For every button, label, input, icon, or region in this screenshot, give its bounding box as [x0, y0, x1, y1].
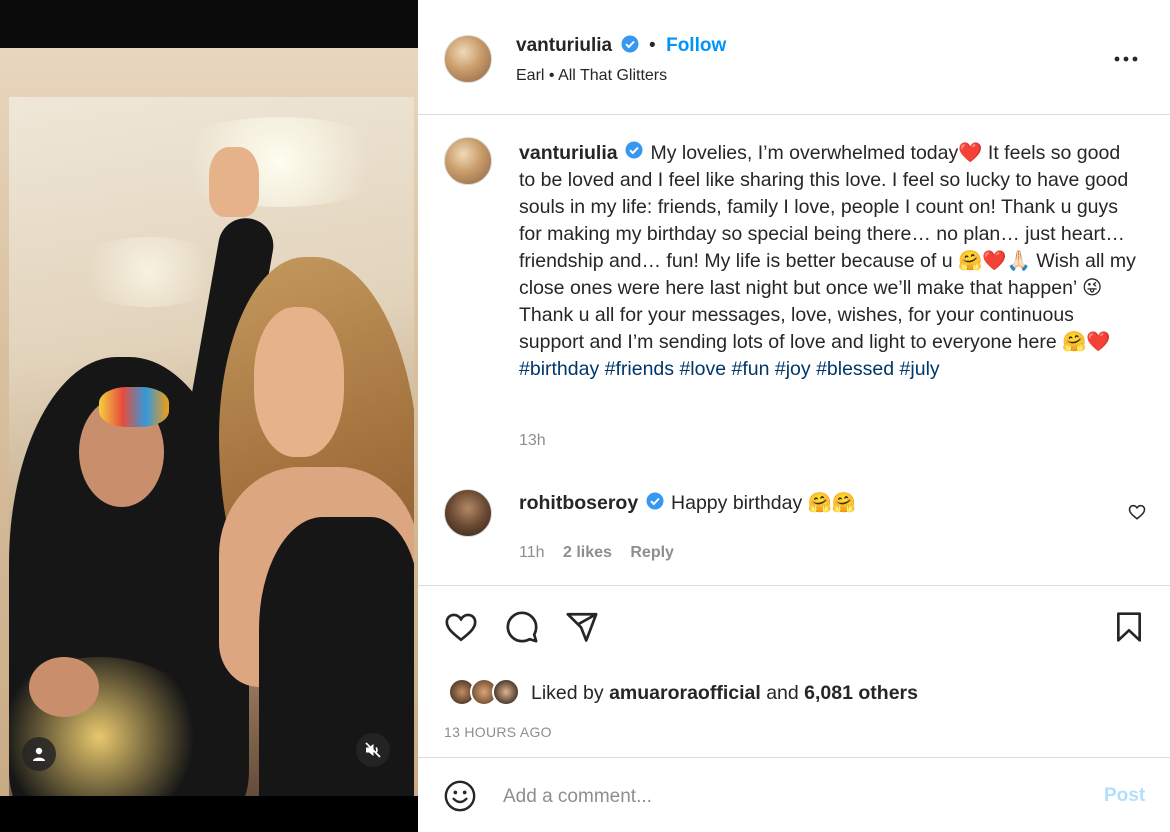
small-heart-icon [1128, 504, 1146, 520]
caption-time[interactable]: 13h [519, 432, 546, 450]
smiley-icon [444, 780, 476, 812]
media-frame [0, 48, 418, 796]
audio-label[interactable]: Earl • All That Glitters [516, 67, 667, 85]
heart-icon [445, 613, 477, 642]
post-actions: Liked by amuaroraofficial and 6,081 othe… [418, 585, 1170, 755]
post-details-panel: vanturiulia • Follow Earl • All That Gli… [418, 7, 1170, 832]
comment-meta: 11h 2 likes Reply [519, 544, 674, 562]
comment-time[interactable]: 11h [519, 544, 545, 561]
follow-button[interactable]: Follow [666, 35, 726, 56]
bookmark-icon [1117, 612, 1141, 642]
save-button[interactable] [1110, 608, 1148, 646]
comment-icon [506, 611, 538, 643]
media-top-strip [0, 0, 418, 48]
liked-by-prefix: Liked by [531, 682, 604, 704]
add-comment-bar: Post [418, 757, 1170, 832]
comment-likes[interactable]: 2 likes [563, 544, 612, 561]
hashtag-blessed[interactable]: #blessed [816, 358, 894, 380]
hashtag-joy[interactable]: #joy [775, 358, 811, 380]
tagged-users-button[interactable] [22, 737, 56, 771]
video-frame[interactable] [9, 97, 414, 796]
likes-count[interactable]: 6,081 others [804, 682, 918, 704]
comment-button[interactable] [503, 608, 541, 646]
author-username[interactable]: vanturiulia [516, 35, 612, 56]
reply-button[interactable]: Reply [630, 544, 674, 561]
more-icon [1114, 56, 1138, 62]
caption-author-avatar[interactable] [444, 137, 492, 185]
post-comment-button[interactable]: Post [1104, 785, 1145, 807]
liker-avatar[interactable] [492, 678, 520, 706]
post-caption: vanturiulia My lovelies, I’m overwhelmed… [519, 140, 1139, 383]
hashtag-july[interactable]: #july [900, 358, 940, 380]
verified-badge-icon [646, 492, 664, 516]
like-button[interactable] [442, 608, 480, 646]
share-button[interactable] [563, 608, 601, 646]
comment-text: Happy birthday 🤗🤗 [671, 492, 857, 514]
first-liker[interactable]: amuaroraofficial [609, 682, 761, 704]
more-options-button[interactable] [1112, 51, 1140, 67]
comment-body: rohitboseroy Happy birthday 🤗🤗 [519, 491, 856, 516]
hashtag-love[interactable]: #love [679, 358, 726, 380]
browser-top-strip [418, 0, 1170, 7]
header-separator: • [648, 35, 656, 56]
liked-by-line: Liked by amuaroraofficial and 6,081 othe… [531, 682, 918, 705]
caption-text: My lovelies, I’m overwhelmed today❤️ It … [519, 142, 1136, 354]
person-icon [33, 747, 45, 761]
speaker-muted-icon [365, 742, 381, 758]
hashtag-birthday[interactable]: #birthday [519, 358, 599, 380]
comment-input[interactable] [503, 782, 1063, 812]
commenter-avatar[interactable] [444, 489, 492, 537]
caption-author-username[interactable]: vanturiulia [519, 142, 618, 164]
liked-by-and: and [766, 682, 799, 704]
verified-badge-icon [621, 35, 639, 58]
post-header: vanturiulia • Follow Earl • All That Gli… [418, 7, 1170, 115]
comment-like-button[interactable] [1128, 503, 1146, 521]
hashtag-friends[interactable]: #friends [605, 358, 674, 380]
paper-plane-icon [566, 612, 598, 642]
emoji-button[interactable] [442, 778, 478, 814]
hashtag-fun[interactable]: #fun [731, 358, 769, 380]
verified-badge-icon [625, 140, 643, 167]
post-media[interactable] [0, 0, 418, 832]
commenter-username[interactable]: rohitboseroy [519, 492, 638, 514]
mute-toggle-button[interactable] [356, 733, 390, 767]
post-timestamp[interactable]: 13 HOURS AGO [444, 724, 552, 740]
author-avatar[interactable] [444, 35, 492, 83]
